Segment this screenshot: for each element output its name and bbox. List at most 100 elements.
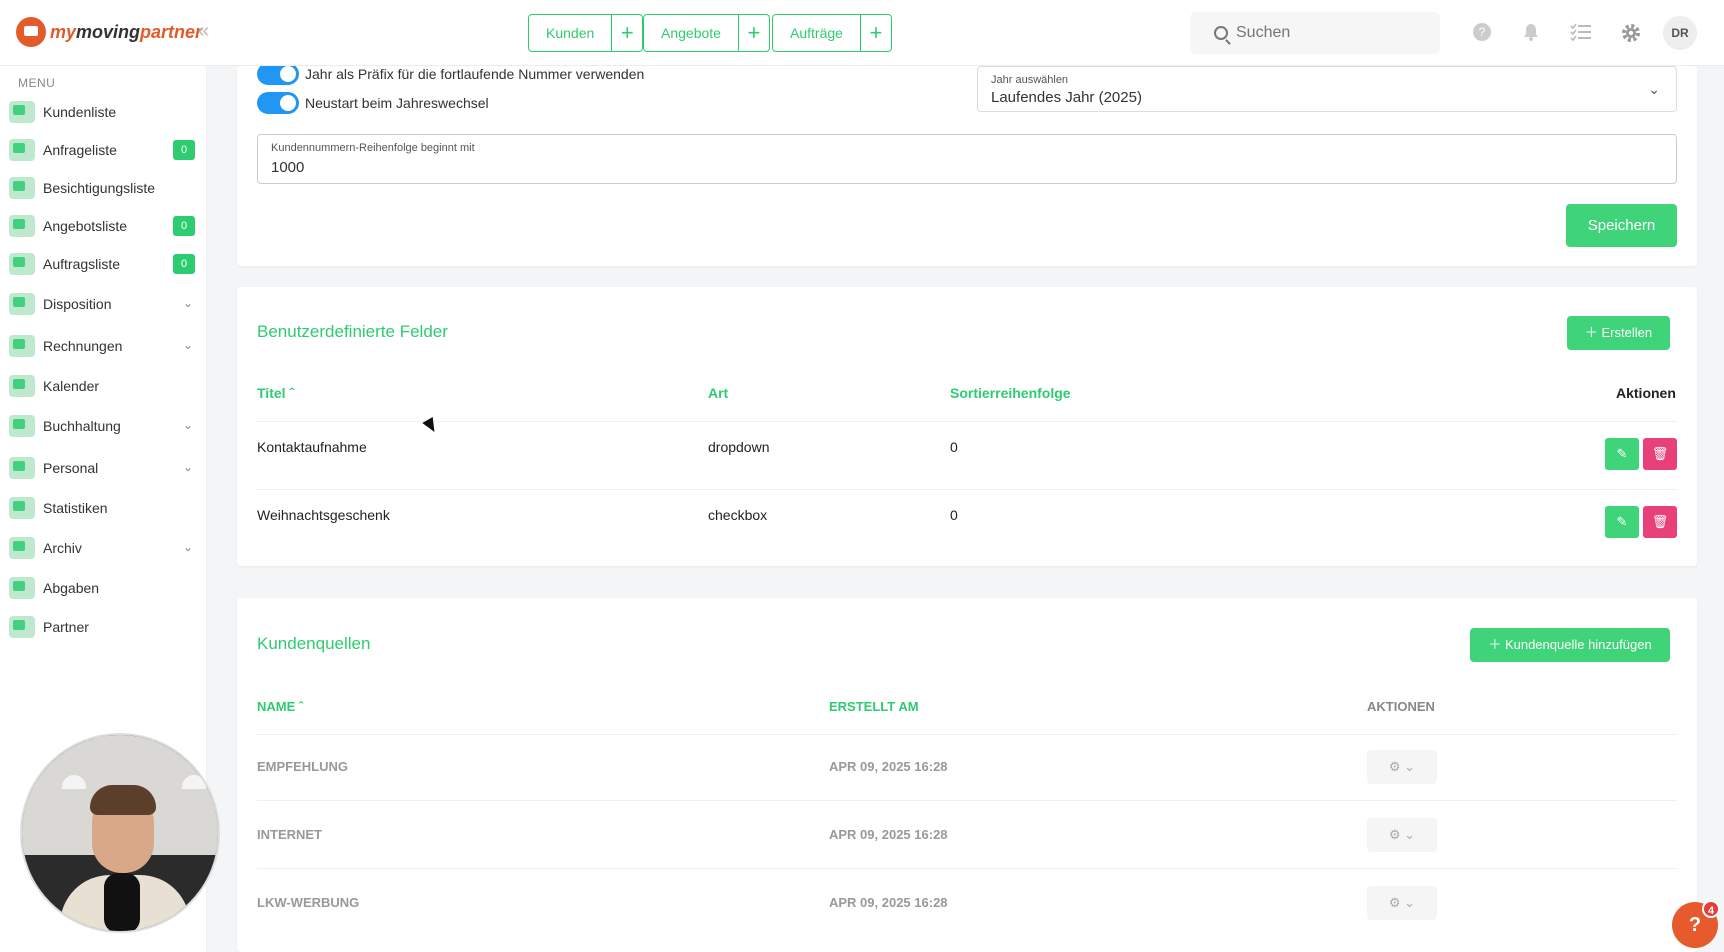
sidebar-item-anfrageliste[interactable]: Anfrageliste 0: [0, 133, 207, 167]
logo-icon: [16, 17, 46, 47]
col-header-name-label: NAME: [257, 699, 296, 714]
calculator-icon: [9, 415, 35, 437]
quick-angebote-button[interactable]: Angebote: [644, 15, 739, 51]
year-prefix-toggle[interactable]: [257, 63, 299, 85]
quick-angebote-add-icon[interactable]: +: [739, 15, 769, 51]
yearly-restart-toggle[interactable]: [257, 92, 299, 114]
quick-angebote-group: Angebote +: [643, 14, 770, 52]
create-field-button[interactable]: ＋ Erstellen: [1567, 316, 1670, 350]
divider: [257, 489, 1677, 490]
pencil-icon: ✎: [1616, 514, 1628, 529]
sidebar-item-label: Partner: [43, 619, 89, 635]
menu-heading: MENU: [18, 76, 56, 90]
collapse-sidebar-icon[interactable]: «: [198, 20, 216, 42]
sidebar-item-abgaben[interactable]: Abgaben: [0, 571, 207, 605]
save-button[interactable]: Speichern: [1566, 204, 1677, 247]
start-number-label: Kundennummern-Reihenfolge beginnt mit: [271, 142, 475, 154]
delete-button[interactable]: 🗑: [1643, 438, 1677, 470]
plus-icon: ＋: [1488, 637, 1505, 652]
row-actions-dropdown[interactable]: ⚙ ⌄: [1367, 750, 1437, 784]
chevron-down-icon: ⌄: [182, 418, 193, 432]
add-source-button[interactable]: ＋ Kundenquelle hinzufügen: [1470, 628, 1670, 662]
field-row-title: Kontaktaufnahme: [257, 439, 367, 455]
sidebar-item-buchhaltung[interactable]: Buchhaltung ⌄: [0, 409, 207, 443]
sidebar-item-statistiken[interactable]: Statistiken: [0, 491, 207, 525]
col-header-actions: AKTIONEN: [1367, 699, 1435, 714]
sidebar-item-kalender[interactable]: Kalender: [0, 369, 207, 403]
quick-kunden-button[interactable]: Kunden: [529, 15, 613, 51]
pencil-icon: ✎: [1616, 446, 1628, 461]
inbox-icon: [9, 139, 35, 161]
year-select[interactable]: Jahr auswählen Laufendes Jahr (2025) ⌄: [977, 66, 1677, 112]
sidebar-item-label: Buchhaltung: [43, 418, 121, 434]
calendar-icon: [9, 375, 35, 397]
logo-text-partner: partner: [140, 21, 203, 42]
sidebar-item-archiv[interactable]: Archiv ⌄: [0, 531, 207, 565]
start-number-field: Kundennummern-Reihenfolge beginnt mit: [257, 134, 1677, 184]
source-row-created: APR 09, 2025 16:28: [829, 827, 948, 842]
person-hair-shape: [90, 785, 156, 815]
divider: [257, 421, 1677, 422]
quick-auftraege-group: Aufträge +: [772, 14, 892, 52]
row-actions-dropdown[interactable]: ⚙ ⌄: [1367, 818, 1437, 852]
count-badge: 0: [173, 254, 195, 274]
person-icon: [9, 457, 35, 479]
money-icon: [9, 335, 35, 357]
divider: [257, 800, 1677, 801]
sidebar-item-label: Anfrageliste: [43, 142, 117, 158]
yearly-restart-label: Neustart beim Jahreswechsel: [305, 95, 489, 111]
brand-logo[interactable]: my moving partner: [16, 16, 202, 48]
col-header-name[interactable]: NAME ˆ: [257, 699, 303, 714]
sort-asc-icon: ˆ: [289, 385, 295, 401]
col-header-order[interactable]: Sortierreihenfolge: [950, 385, 1071, 401]
search-icon: [1214, 26, 1228, 40]
sidebar-item-personal[interactable]: Personal ⌄: [0, 451, 207, 485]
quick-auftraege-button[interactable]: Aufträge: [773, 15, 861, 51]
sidebar-item-angebotsliste[interactable]: Angebotsliste 0: [0, 209, 207, 243]
field-row-order: 0: [950, 439, 958, 455]
custom-fields-card: [237, 287, 1697, 566]
create-field-label: Erstellen: [1601, 325, 1653, 340]
sidebar-item-rechnungen[interactable]: Rechnungen ⌄: [0, 329, 207, 363]
quick-kunden-add-icon[interactable]: +: [612, 15, 642, 51]
source-row-name: INTERNET: [257, 827, 322, 842]
col-header-title[interactable]: Titel ˆ: [257, 385, 294, 401]
notification-count-badge: 4: [1702, 900, 1720, 918]
search-input[interactable]: [1236, 12, 1426, 54]
edit-button[interactable]: ✎: [1605, 506, 1639, 538]
gear-icon[interactable]: [1620, 22, 1642, 44]
sidebar-item-besichtigungsliste[interactable]: Besichtigungsliste: [0, 171, 207, 205]
webcam-overlay: [20, 733, 220, 933]
sidebar-item-kundenliste[interactable]: Kundenliste: [0, 95, 207, 129]
help-circle-icon[interactable]: ?: [1471, 22, 1493, 44]
network-icon: [9, 577, 35, 599]
trash-icon: 🗑: [1651, 514, 1669, 529]
row-actions-dropdown[interactable]: ⚙ ⌄: [1367, 886, 1437, 920]
col-header-created[interactable]: ERSTELLT AM: [829, 699, 919, 714]
checklist-icon[interactable]: [1570, 22, 1592, 44]
sidebar-item-label: Disposition: [43, 296, 112, 312]
divider: [257, 868, 1677, 869]
year-select-label: Jahr auswählen: [991, 74, 1069, 86]
help-chat-button[interactable]: ? 4: [1672, 900, 1720, 948]
col-header-type[interactable]: Art: [708, 385, 728, 401]
archive-icon: [9, 537, 35, 559]
logo-text-my: my: [50, 21, 77, 42]
quick-kunden-group: Kunden +: [528, 14, 644, 52]
start-number-input[interactable]: [271, 159, 871, 176]
year-prefix-label: Jahr als Präfix für die fortlaufende Num…: [305, 66, 645, 82]
sidebar-item-label: Statistiken: [43, 500, 108, 516]
sidebar-item-disposition[interactable]: Disposition ⌄: [0, 287, 207, 321]
delete-button[interactable]: 🗑: [1643, 506, 1677, 538]
bell-icon[interactable]: [1520, 22, 1542, 44]
logo-text-moving: moving: [76, 21, 141, 42]
quick-auftraege-add-icon[interactable]: +: [861, 15, 891, 51]
stairs-icon: [9, 293, 35, 315]
edit-button[interactable]: ✎: [1605, 438, 1639, 470]
top-bar: my moving partner « Kunden + Angebote + Au…: [0, 0, 1724, 66]
field-row-order: 0: [950, 507, 958, 523]
sidebar-item-auftragsliste[interactable]: Auftragsliste 0: [0, 247, 207, 281]
source-row-created: APR 09, 2025 16:28: [829, 759, 948, 774]
sidebar-item-partner[interactable]: Partner: [0, 610, 207, 644]
user-avatar[interactable]: DR: [1663, 16, 1697, 50]
